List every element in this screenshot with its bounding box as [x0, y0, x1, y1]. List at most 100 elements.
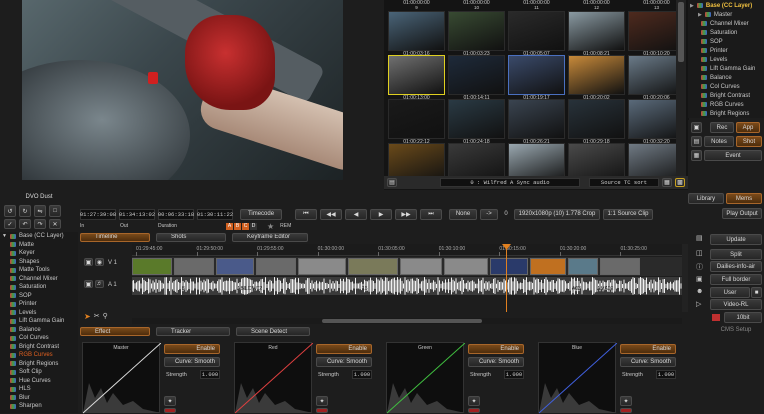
curve-type-select[interactable]: Curve: Smooth: [164, 357, 220, 367]
layer-item[interactable]: Soft Clip: [0, 368, 78, 377]
enable-button[interactable]: Enable: [316, 344, 372, 354]
picker-icon[interactable]: ✦: [468, 396, 480, 406]
expand-icon[interactable]: ▶: [690, 3, 694, 9]
format-select[interactable]: 1920x1080p (10) 1.778 Crop: [514, 208, 600, 220]
grab-icon[interactable]: □: [49, 205, 61, 217]
split-button[interactable]: Split: [710, 249, 762, 260]
timeline-clip[interactable]: [174, 258, 214, 275]
layer-item[interactable]: Shapes: [0, 258, 78, 267]
expand-icon[interactable]: ▶: [698, 12, 702, 18]
collapse-icon[interactable]: ▼: [2, 233, 7, 239]
timeline-clip[interactable]: [530, 258, 566, 275]
redo-icon[interactable]: ↷: [34, 219, 46, 229]
layer-item[interactable]: Printer: [688, 46, 764, 55]
reset-curve-icon[interactable]: [316, 408, 328, 413]
layer-item[interactable]: ▼ Base (CC Layer): [0, 232, 78, 241]
timeline-clip[interactable]: [600, 258, 640, 275]
copy-icon[interactable]: ↺: [4, 205, 16, 217]
viewer[interactable]: [0, 0, 348, 180]
video-rl-select[interactable]: Video-RL: [710, 299, 762, 310]
library-button[interactable]: Library: [688, 193, 724, 204]
zoom-icon[interactable]: ⚲: [103, 312, 108, 324]
layer-item[interactable]: ▶ Base (CC Layer): [688, 1, 764, 10]
layer-item[interactable]: Channel Mixer: [0, 275, 78, 284]
curve-type-select[interactable]: Curve: Smooth: [316, 357, 372, 367]
version-badge[interactable]: C: [242, 222, 249, 230]
layer-item[interactable]: HLS: [0, 385, 78, 394]
layer-item[interactable]: Saturation: [688, 28, 764, 37]
layer-item[interactable]: Hue Curves: [0, 377, 78, 386]
tc-duration[interactable]: 00:06:33:18: [158, 208, 194, 220]
notes-button[interactable]: Notes: [704, 136, 734, 147]
refresh-icon[interactable]: ↻: [19, 205, 31, 217]
split-icon[interactable]: ◫: [696, 249, 703, 257]
curve-graph[interactable]: Master: [82, 342, 161, 414]
timeline-clip[interactable]: [568, 258, 598, 275]
rem-label[interactable]: REM: [280, 223, 291, 229]
grid-view-icon[interactable]: ▦: [662, 178, 672, 187]
tab-shots[interactable]: Shots: [156, 232, 226, 242]
layer-item[interactable]: Sharpen: [0, 402, 78, 411]
tab-tracker[interactable]: Tracker: [156, 327, 230, 336]
clip-thumbnail[interactable]: [388, 11, 445, 51]
event-button[interactable]: Event: [704, 150, 762, 161]
curve-type-select[interactable]: Curve: Smooth: [620, 357, 676, 367]
tc-out[interactable]: 01:34:13:02: [119, 208, 155, 220]
layer-item[interactable]: Matte Tools: [0, 266, 78, 275]
clip-thumbnail[interactable]: [508, 11, 565, 51]
clip-thumbnail[interactable]: [568, 55, 625, 95]
layer-item[interactable]: Balance: [688, 73, 764, 82]
audio-track[interactable]: 8 ABILOW02 16 A03 AMA02: [132, 277, 682, 295]
tool-icon-b[interactable]: ▤: [691, 136, 702, 147]
version-badge[interactable]: A: [226, 222, 233, 230]
cms-setup-label[interactable]: CMS Setup: [710, 327, 762, 333]
timeline-clip[interactable]: [400, 258, 442, 275]
compare-icon[interactable]: ⇋: [34, 205, 46, 217]
clip-thumbnail[interactable]: [568, 99, 625, 139]
strength-value[interactable]: 1.000: [200, 370, 220, 379]
none-select[interactable]: None: [449, 208, 477, 220]
arrow-button[interactable]: ->: [480, 208, 498, 220]
timeline-scrollbar[interactable]: [132, 318, 682, 324]
list-view-icon[interactable]: ▩: [675, 178, 685, 187]
layer-item[interactable]: ▶ Master: [688, 10, 764, 19]
mems-button[interactable]: Mems: [726, 193, 762, 204]
layer-item[interactable]: Bright Contrast: [688, 91, 764, 100]
app-button[interactable]: App: [736, 122, 760, 133]
dailies-button[interactable]: Dailies-info-air: [710, 261, 762, 272]
shot-button[interactable]: Shot: [736, 136, 762, 147]
gallery-scrollbar[interactable]: [678, 2, 684, 62]
video-icon[interactable]: ▷: [696, 300, 701, 308]
clip-thumbnail[interactable]: [388, 99, 445, 139]
tc-current[interactable]: 01:30:11:22: [197, 208, 233, 220]
razor-tool-icon[interactable]: ✂: [94, 312, 100, 324]
user-extra-button[interactable]: ■: [751, 287, 762, 298]
clip-thumbnail[interactable]: [388, 55, 445, 95]
strength-value[interactable]: 1.000: [504, 370, 524, 379]
timeline-ruler[interactable]: 01:29:45:00 01:29:50:00 01:29:55:00 01:30:0…: [132, 244, 682, 256]
monitor-icon[interactable]: ▤: [696, 234, 703, 242]
source-clip-select[interactable]: 1:1 Source Clip: [603, 208, 653, 220]
sort-label[interactable]: Source TC sort: [589, 178, 659, 187]
picker-icon[interactable]: ✦: [620, 396, 632, 406]
play-output-button[interactable]: Play Output: [722, 208, 762, 219]
clip-thumbnail[interactable]: [448, 55, 505, 95]
layer-item[interactable]: Balance: [0, 326, 78, 335]
curve-graph[interactable]: Red: [234, 342, 313, 414]
enable-button[interactable]: Enable: [164, 344, 220, 354]
layer-item[interactable]: RGB Curves: [688, 100, 764, 109]
enable-button[interactable]: Enable: [620, 344, 676, 354]
prev-icon[interactable]: ◀◀: [320, 208, 342, 220]
tool-icon-a[interactable]: ▣: [691, 122, 702, 133]
timeline-clip[interactable]: [132, 258, 172, 275]
track-lock-icon[interactable]: ▣: [84, 258, 93, 266]
layer-item[interactable]: Lift Gamma Gain: [688, 64, 764, 73]
folder-icon[interactable]: ▤: [387, 178, 397, 187]
user-select[interactable]: User: [710, 287, 750, 298]
layer-item[interactable]: SOP: [688, 37, 764, 46]
picker-icon[interactable]: ✦: [164, 396, 176, 406]
audio-lock-icon[interactable]: ▣: [84, 280, 93, 288]
tab-scene-detect[interactable]: Scene Detect: [236, 327, 310, 336]
clip-thumbnail[interactable]: [448, 11, 505, 51]
back-icon[interactable]: ◀: [345, 208, 367, 220]
